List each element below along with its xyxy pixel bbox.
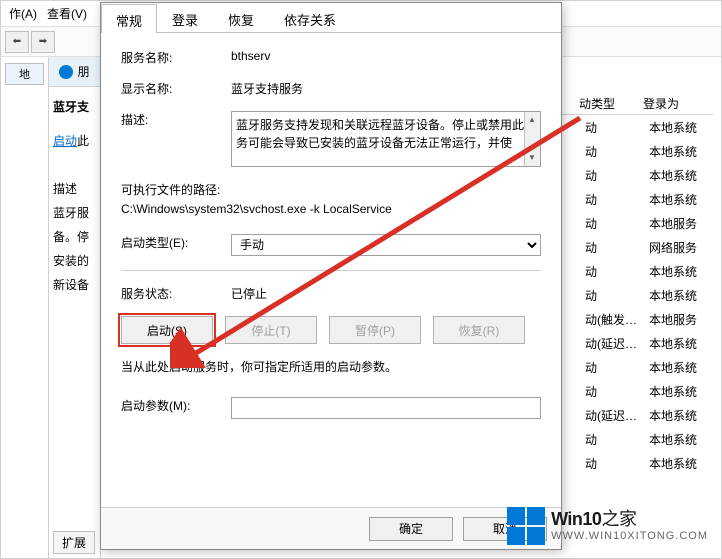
tab-recovery[interactable]: 恢复 — [213, 3, 269, 32]
tab-general[interactable]: 常规 — [101, 4, 157, 33]
stop-button: 停止(T) — [225, 316, 317, 344]
cell-startup: 动 — [585, 455, 649, 472]
cell-logon: 本地系统 — [649, 407, 713, 424]
mid-title: 蓝牙支 — [53, 95, 96, 119]
hint-text: 当从此处启动服务时，你可指定所适用的启动参数。 — [121, 358, 541, 375]
cell-logon: 本地系统 — [649, 383, 713, 400]
cell-logon: 本地系统 — [649, 191, 713, 208]
param-input[interactable] — [231, 397, 541, 419]
display-name-value: 蓝牙支持服务 — [231, 80, 541, 97]
cell-logon: 本地系统 — [649, 455, 713, 472]
cell-startup: 动 — [585, 191, 649, 208]
cell-logon: 本地系统 — [649, 119, 713, 136]
service-name-value: bthserv — [231, 49, 541, 63]
cell-logon: 本地系统 — [649, 335, 713, 352]
cell-startup: 动 — [585, 263, 649, 280]
watermark: Win10之家 WWW.WIN10XITONG.COM — [507, 507, 708, 545]
cell-logon: 本地系统 — [649, 167, 713, 184]
windows-logo-icon — [507, 507, 545, 545]
toolbar-fwd-icon[interactable]: ➡ — [31, 31, 55, 53]
description-textarea[interactable]: 蓝牙服务支持发现和关联远程蓝牙设备。停止或禁用此服务可能会导致已安装的蓝牙设备无… — [231, 111, 541, 167]
cell-startup: 动 — [585, 359, 649, 376]
mid-desc-label: 描述 — [53, 177, 96, 201]
col-startup[interactable]: 动类型 — [577, 91, 641, 114]
pause-button: 暂停(P) — [329, 316, 421, 344]
address-icon[interactable]: 地 — [5, 63, 44, 85]
toolbar-back-icon[interactable]: ⬅ — [5, 31, 29, 53]
cell-startup: 动 — [585, 431, 649, 448]
status-label: 服务状态: — [121, 285, 231, 302]
cell-startup: 动(触发… — [585, 311, 649, 328]
cell-startup: 动 — [585, 119, 649, 136]
menu-view[interactable]: 查看(V) — [47, 5, 87, 22]
divider — [121, 270, 541, 271]
start-button[interactable]: 启动(S) — [121, 316, 213, 344]
cell-startup: 动 — [585, 167, 649, 184]
cell-logon: 网络服务 — [649, 239, 713, 256]
cell-logon: 本地系统 — [649, 143, 713, 160]
menu-action[interactable]: 作(A) — [9, 5, 37, 22]
mid-desc-4: 新设备 — [53, 273, 96, 297]
service-name-label: 服务名称: — [121, 49, 231, 66]
service-properties-dialog: 常规 登录 恢复 依存关系 服务名称: bthserv 显示名称: 蓝牙支持服务… — [100, 2, 562, 550]
cell-startup: 动 — [585, 287, 649, 304]
cell-startup: 动(延迟… — [585, 407, 649, 424]
services-icon — [59, 65, 73, 79]
cell-logon: 本地系统 — [649, 431, 713, 448]
cell-startup: 动(延迟… — [585, 335, 649, 352]
param-label: 启动参数(M): — [121, 397, 231, 414]
scrollbar[interactable] — [524, 112, 540, 166]
startup-select[interactable]: 手动 — [231, 234, 541, 256]
start-link[interactable]: 启动 — [53, 134, 77, 148]
cell-logon: 本地服务 — [649, 311, 713, 328]
status-value: 已停止 — [231, 285, 541, 302]
cell-logon: 本地系统 — [649, 263, 713, 280]
tab-deps[interactable]: 依存关系 — [269, 3, 351, 32]
desc-label: 描述: — [121, 111, 231, 128]
start-suffix: 此 — [77, 134, 89, 148]
mid-header-text: 朋 — [77, 63, 89, 80]
cell-logon: 本地服务 — [649, 215, 713, 232]
bottom-tab-extended[interactable]: 扩展 — [53, 531, 95, 554]
exe-path: C:\Windows\system32\svchost.exe -k Local… — [121, 202, 392, 216]
cell-startup: 动 — [585, 143, 649, 160]
cell-logon: 本地系统 — [649, 359, 713, 376]
ok-button[interactable]: 确定 — [369, 517, 453, 541]
mid-desc-2: 备。停 — [53, 225, 96, 249]
cell-startup: 动 — [585, 215, 649, 232]
exe-label: 可执行文件的路径: — [121, 181, 220, 198]
cell-startup: 动 — [585, 383, 649, 400]
cell-startup: 动 — [585, 239, 649, 256]
description-text: 蓝牙服务支持发现和关联远程蓝牙设备。停止或禁用此服务可能会导致已安装的蓝牙设备无… — [236, 118, 536, 150]
mid-desc-1: 蓝牙服 — [53, 201, 96, 225]
resume-button: 恢复(R) — [433, 316, 525, 344]
cell-logon: 本地系统 — [649, 287, 713, 304]
display-name-label: 显示名称: — [121, 80, 231, 97]
startup-label: 启动类型(E): — [121, 234, 231, 251]
mid-desc-3: 安装的 — [53, 249, 96, 273]
tab-logon[interactable]: 登录 — [157, 3, 213, 32]
col-logon[interactable]: 登录为 — [641, 91, 705, 114]
